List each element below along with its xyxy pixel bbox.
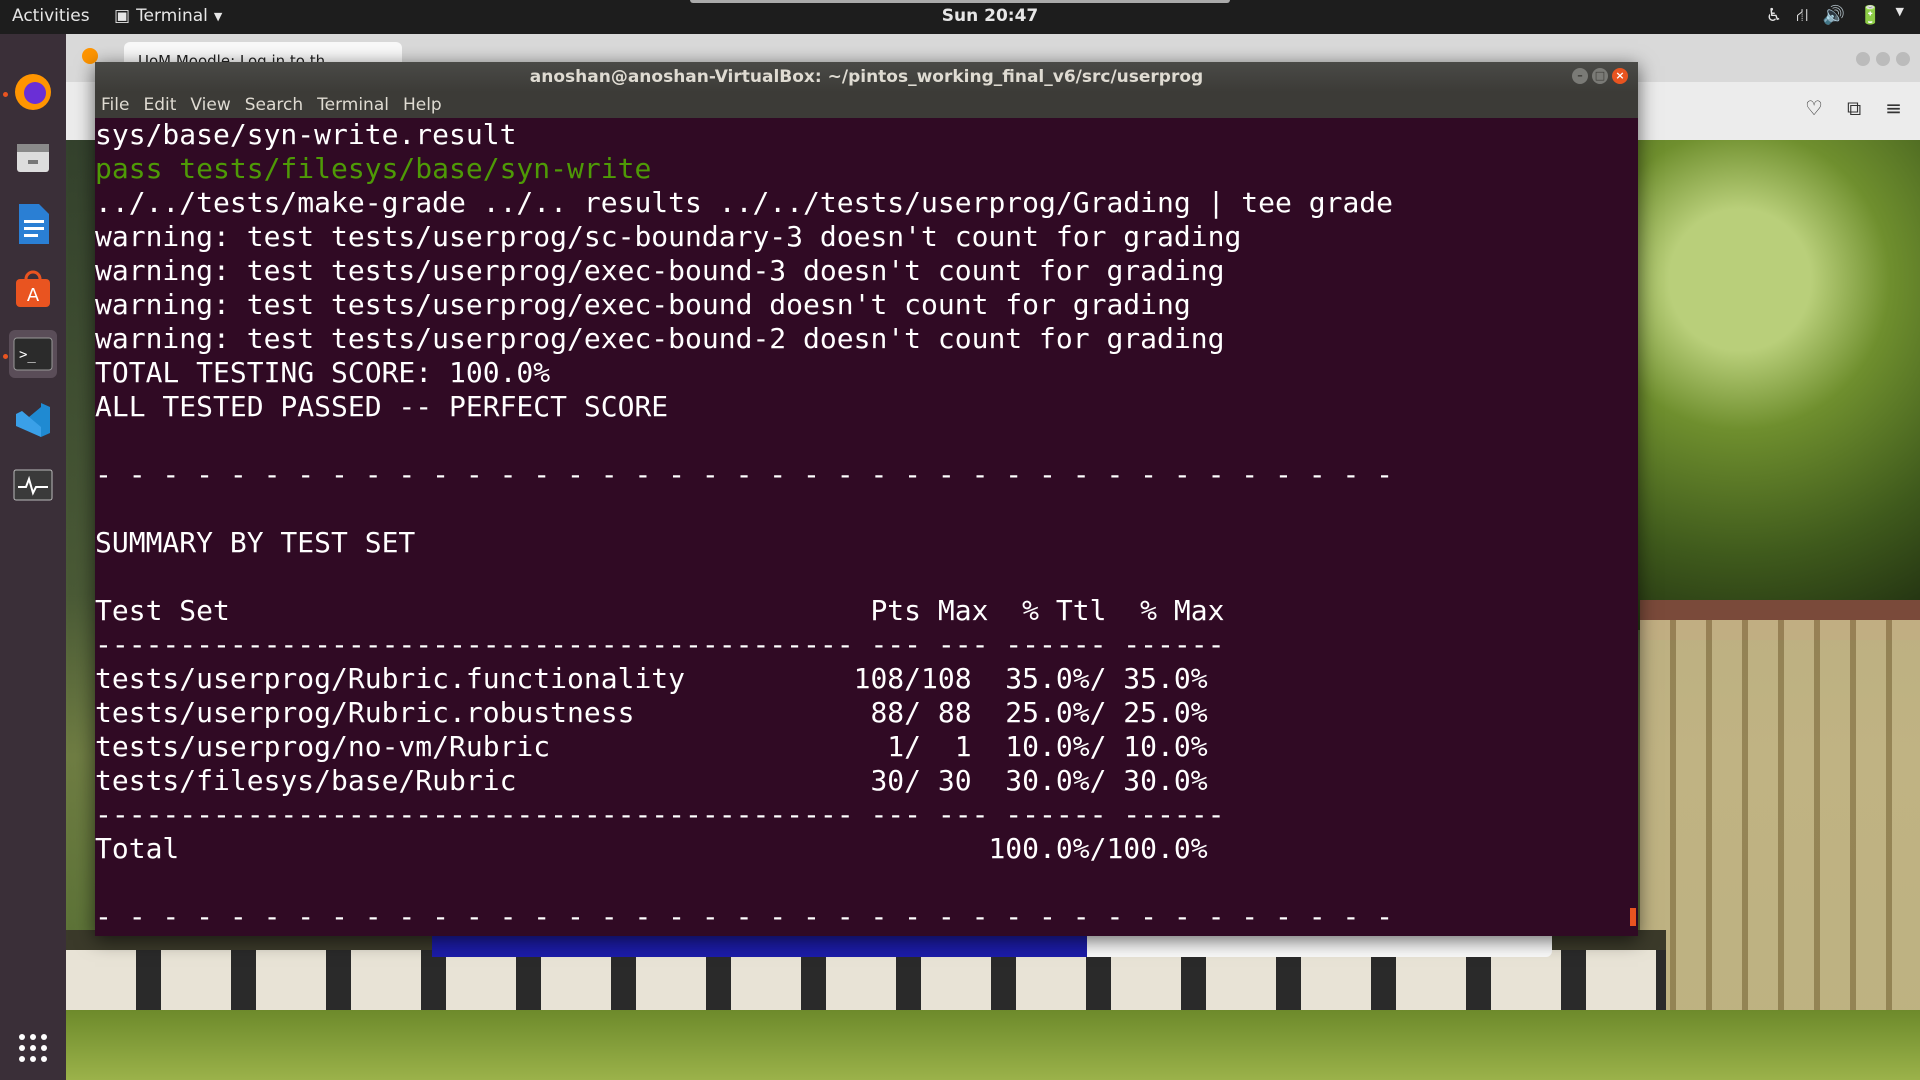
- chevron-down-icon[interactable]: ▼: [1896, 5, 1904, 29]
- menu-search[interactable]: Search: [245, 95, 303, 115]
- window-controls[interactable]: – □ ×: [1572, 68, 1628, 84]
- terminal-line: ----------------------------------------…: [95, 798, 1225, 831]
- terminal-line: tests/userprog/Rubric.robustness 88/ 88 …: [95, 696, 1208, 729]
- clock[interactable]: Sun 20:47: [0, 6, 1920, 26]
- terminal-output[interactable]: sys/base/syn-write.result pass tests/file…: [95, 118, 1638, 936]
- scrollbar-indicator[interactable]: [1630, 908, 1636, 926]
- browser-window-controls[interactable]: [1856, 52, 1910, 66]
- terminal-line: sys/base/syn-write.result: [95, 118, 517, 151]
- vscode-icon[interactable]: [9, 396, 57, 444]
- menu-terminal[interactable]: Terminal: [317, 95, 389, 115]
- terminal-line: Total 100.0%/100.0%: [95, 832, 1208, 865]
- top-bar: Activities ▣ Terminal ▼ Sun 20:47 ♿ ⛙ 🔊 …: [0, 0, 1920, 34]
- notification-pill: [690, 0, 1230, 3]
- terminal-line: Test Set Pts Max % Ttl % Max: [95, 594, 1225, 627]
- pocket-icon[interactable]: ♡: [1805, 96, 1823, 120]
- browser-toolbar-icons: ♡ ⧉ ≡: [1805, 96, 1902, 120]
- svg-text:A: A: [27, 285, 40, 306]
- terminal-line: - - - - - - - - - - - - - - - - - - - - …: [95, 458, 1394, 491]
- minimize-icon[interactable]: –: [1572, 68, 1588, 84]
- menu-file[interactable]: File: [101, 95, 129, 115]
- terminal-window[interactable]: anoshan@anoshan-VirtualBox: ~/pintos_wor…: [95, 62, 1638, 936]
- terminal-line: warning: test tests/userprog/exec-bound-…: [95, 322, 1225, 355]
- battery-icon[interactable]: 🔋: [1859, 5, 1881, 29]
- running-indicator: [3, 354, 8, 359]
- wallpaper-lawn: [66, 1010, 1920, 1080]
- show-apps-icon[interactable]: [9, 1024, 57, 1072]
- maximize-icon[interactable]: □: [1592, 68, 1608, 84]
- close-icon[interactable]: ×: [1612, 68, 1628, 84]
- files-icon[interactable]: [9, 134, 57, 182]
- terminal-line: tests/filesys/base/Rubric 30/ 30 30.0%/ …: [95, 764, 1208, 797]
- terminal-line: ALL TESTED PASSED -- PERFECT SCORE: [95, 390, 669, 423]
- terminal-line: ----------------------------------------…: [95, 628, 1225, 661]
- extensions-icon[interactable]: ⧉: [1847, 96, 1861, 120]
- terminal-line: warning: test tests/userprog/exec-bound-…: [95, 254, 1225, 287]
- maximize-icon[interactable]: [1876, 52, 1890, 66]
- dock: A >_: [0, 34, 66, 1080]
- wallpaper-trees: [1620, 130, 1920, 630]
- terminal-line: warning: test tests/userprog/sc-boundary…: [95, 220, 1242, 253]
- system-monitor-icon[interactable]: [9, 462, 57, 510]
- background-progress-bar: [432, 935, 1087, 957]
- running-indicator: [3, 92, 8, 97]
- terminal-line: pass tests/filesys/base/syn-write: [95, 152, 652, 185]
- terminal-titlebar[interactable]: anoshan@anoshan-VirtualBox: ~/pintos_wor…: [95, 62, 1638, 92]
- svg-text:>_: >_: [19, 347, 36, 363]
- window-title: anoshan@anoshan-VirtualBox: ~/pintos_wor…: [529, 67, 1204, 87]
- terminal-line: tests/userprog/no-vm/Rubric 1/ 1 10.0%/ …: [95, 730, 1208, 763]
- minimize-icon[interactable]: [1856, 52, 1870, 66]
- terminal-line: warning: test tests/userprog/exec-bound …: [95, 288, 1191, 321]
- terminal-line: TOTAL TESTING SCORE: 100.0%: [95, 356, 551, 389]
- terminal-line: - - - - - - - - - - - - - - - - - - - - …: [95, 900, 1394, 933]
- hamburger-menu-icon[interactable]: ≡: [1885, 96, 1902, 120]
- terminal-line: tests/userprog/Rubric.functionality 108/…: [95, 662, 1208, 695]
- software-icon[interactable]: A: [9, 266, 57, 314]
- system-tray[interactable]: ♿ ⛙ 🔊 🔋 ▼: [1766, 5, 1904, 29]
- background-panel: [432, 935, 1552, 957]
- firefox-icon[interactable]: [9, 68, 57, 116]
- terminal-line: SUMMARY BY TEST SET: [95, 526, 416, 559]
- writer-icon[interactable]: [9, 200, 57, 248]
- wallpaper-wall: [66, 950, 1666, 1010]
- network-icon[interactable]: ⛙: [1796, 5, 1809, 29]
- menu-help[interactable]: Help: [403, 95, 442, 115]
- volume-icon[interactable]: 🔊: [1823, 5, 1845, 29]
- accessibility-icon[interactable]: ♿: [1766, 5, 1782, 29]
- terminal-menubar: File Edit View Search Terminal Help: [95, 92, 1638, 118]
- close-icon[interactable]: [1896, 52, 1910, 66]
- terminal-icon[interactable]: >_: [9, 330, 57, 378]
- menu-view[interactable]: View: [190, 95, 230, 115]
- terminal-line: ../../tests/make-grade ../.. results ../…: [95, 186, 1394, 219]
- menu-edit[interactable]: Edit: [143, 95, 176, 115]
